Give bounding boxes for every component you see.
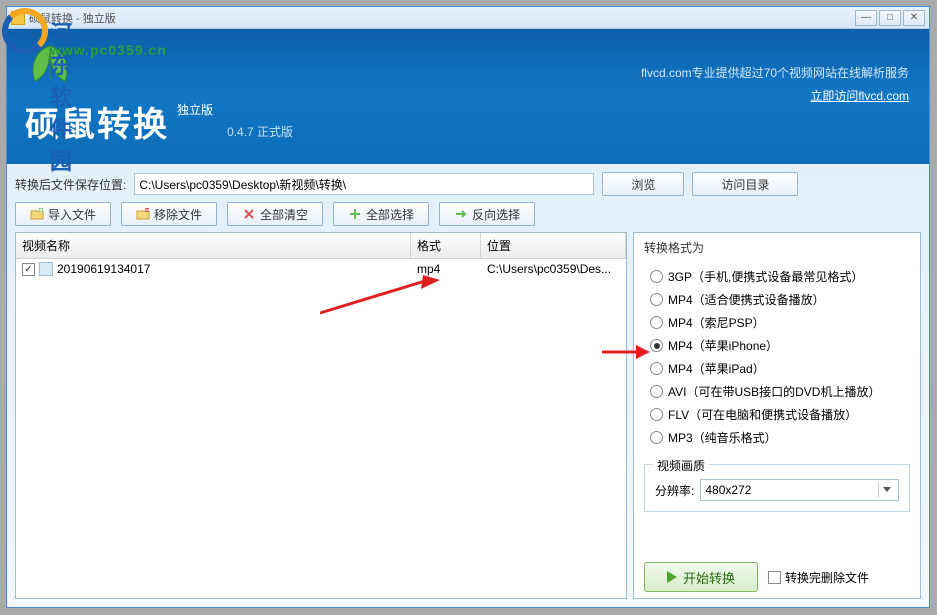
checkbox-icon: [768, 571, 781, 584]
start-button[interactable]: 开始转换: [644, 562, 758, 592]
format-panel: 转换格式为 3GP（手机,便携式设备最常见格式） MP4（适合便携式设备播放） MP…: [633, 232, 921, 599]
app-version: 0.4.7 正式版: [227, 123, 293, 140]
invert-label: 反向选择: [472, 206, 520, 223]
radio-icon: [650, 270, 663, 283]
format-radio-item[interactable]: MP4（索尼PSP）: [650, 314, 910, 331]
format-title: 转换格式为: [644, 239, 910, 256]
remove-button[interactable]: 移除文件: [121, 202, 217, 226]
col-location[interactable]: 位置: [481, 233, 626, 258]
radio-icon: [650, 385, 663, 398]
radio-icon: [650, 316, 663, 329]
radio-icon: [650, 293, 663, 306]
file-table: 视频名称 格式 位置 ✓ 20190619134017 mp4C:\Users\pc…: [15, 232, 627, 599]
import-label: 导入文件: [48, 206, 96, 223]
col-name[interactable]: 视频名称: [16, 233, 411, 258]
start-label: 开始转换: [683, 568, 735, 587]
quality-box: 视频画质 分辨率: 480x272: [644, 464, 910, 512]
resolution-row: 分辨率: 480x272: [655, 479, 899, 501]
body: 转换后文件保存位置: 浏览 访问目录 导入文件 移除文件 全部清空 全部选择: [7, 164, 929, 607]
radio-label: AVI（可在带USB接口的DVD机上播放）: [668, 383, 880, 400]
format-radio-item[interactable]: MP4（适合便携式设备播放）: [650, 291, 910, 308]
plus-icon: [348, 207, 362, 221]
select-all-label: 全部选择: [366, 206, 414, 223]
format-radio-group: 3GP（手机,便携式设备最常见格式） MP4（适合便携式设备播放） MP4（索尼PS…: [650, 268, 910, 446]
format-radio-item[interactable]: MP4（苹果iPhone）: [650, 337, 910, 354]
radio-icon: [650, 339, 663, 352]
row-checkbox-icon[interactable]: ✓: [22, 263, 35, 276]
remove-label: 移除文件: [154, 206, 202, 223]
resolution-value: 480x272: [705, 483, 751, 497]
titlebar-text: 硕鼠转换 - 独立版: [29, 10, 855, 26]
app-edition: 独立版: [177, 101, 213, 118]
promo-text: flvcd.com专业提供超过70个视频网站在线解析服务: [641, 64, 909, 81]
radio-label: FLV（可在电脑和便携式设备播放）: [668, 406, 857, 423]
header-promo: flvcd.com专业提供超过70个视频网站在线解析服务 立即访问flvcd.c…: [641, 64, 909, 104]
radio-icon: [650, 431, 663, 444]
app-window: 硕鼠转换 - 独立版 — □ ✕ 硕鼠转换 独立版 0.4.7 正式版 flvc…: [6, 6, 930, 608]
import-button[interactable]: 导入文件: [15, 202, 111, 226]
radio-label: MP4（适合便携式设备播放）: [668, 291, 825, 308]
folder-plus-icon: [30, 207, 44, 221]
row-format: mp4: [417, 262, 487, 276]
row-location: C:\Users\pc0359\Des...: [487, 262, 620, 276]
output-path-row: 转换后文件保存位置: 浏览 访问目录: [15, 172, 921, 196]
flvcd-link[interactable]: 立即访问flvcd.com: [641, 87, 909, 104]
toolbar: 导入文件 移除文件 全部清空 全部选择 反向选择: [15, 202, 921, 226]
delete-after-label: 转换完删除文件: [785, 569, 869, 586]
radio-label: MP4（苹果iPhone）: [668, 337, 778, 354]
x-icon: [242, 207, 256, 221]
footer-row: 开始转换 转换完删除文件: [644, 556, 910, 592]
resolution-label: 分辨率:: [655, 482, 694, 499]
radio-icon: [650, 408, 663, 421]
title-block: 硕鼠转换 独立版 0.4.7 正式版: [25, 97, 293, 146]
invert-button[interactable]: 反向选择: [439, 202, 535, 226]
format-radio-item[interactable]: AVI（可在带USB接口的DVD机上播放）: [650, 383, 910, 400]
play-icon: [667, 571, 677, 583]
app-icon: [11, 11, 25, 25]
quality-title: 视频画质: [653, 457, 709, 474]
content-row: 视频名称 格式 位置 ✓ 20190619134017 mp4C:\Users\pc…: [15, 232, 921, 599]
file-icon: [39, 262, 53, 276]
table-row[interactable]: ✓ 20190619134017 mp4C:\Users\pc0359\Des...: [16, 259, 626, 279]
radio-label: MP3（纯音乐格式）: [668, 429, 777, 446]
folder-minus-icon: [136, 207, 150, 221]
header-banner: 硕鼠转换 独立版 0.4.7 正式版 flvcd.com专业提供超过70个视频网…: [7, 29, 929, 164]
radio-label: MP4（索尼PSP）: [668, 314, 765, 331]
chevron-down-icon: [878, 482, 894, 498]
arrow-right-icon: [454, 207, 468, 221]
minimize-button[interactable]: —: [855, 10, 877, 26]
close-button[interactable]: ✕: [903, 10, 925, 26]
open-dir-button[interactable]: 访问目录: [692, 172, 798, 196]
app-title: 硕鼠转换: [25, 97, 169, 146]
col-format[interactable]: 格式: [411, 233, 481, 258]
table-body: ✓ 20190619134017 mp4C:\Users\pc0359\Des...: [16, 259, 626, 598]
maximize-button[interactable]: □: [879, 10, 901, 26]
radio-label: 3GP（手机,便携式设备最常见格式）: [668, 268, 863, 285]
output-path-label: 转换后文件保存位置:: [15, 176, 126, 193]
radio-icon: [650, 362, 663, 375]
resolution-select[interactable]: 480x272: [700, 479, 899, 501]
format-radio-item[interactable]: FLV（可在电脑和便携式设备播放）: [650, 406, 910, 423]
table-head: 视频名称 格式 位置: [16, 233, 626, 259]
radio-label: MP4（苹果iPad）: [668, 360, 765, 377]
select-all-button[interactable]: 全部选择: [333, 202, 429, 226]
clear-label: 全部清空: [260, 206, 308, 223]
output-path-input[interactable]: [134, 173, 594, 195]
browse-button[interactable]: 浏览: [602, 172, 684, 196]
titlebar: 硕鼠转换 - 独立版 — □ ✕: [7, 7, 929, 29]
delete-after-checkbox[interactable]: 转换完删除文件: [768, 569, 869, 586]
window-controls: — □ ✕: [855, 10, 925, 26]
clear-button[interactable]: 全部清空: [227, 202, 323, 226]
format-radio-item[interactable]: 3GP（手机,便携式设备最常见格式）: [650, 268, 910, 285]
leaf-icon: [25, 41, 75, 91]
format-radio-item[interactable]: MP3（纯音乐格式）: [650, 429, 910, 446]
format-radio-item[interactable]: MP4（苹果iPad）: [650, 360, 910, 377]
row-name: 20190619134017: [57, 262, 150, 276]
